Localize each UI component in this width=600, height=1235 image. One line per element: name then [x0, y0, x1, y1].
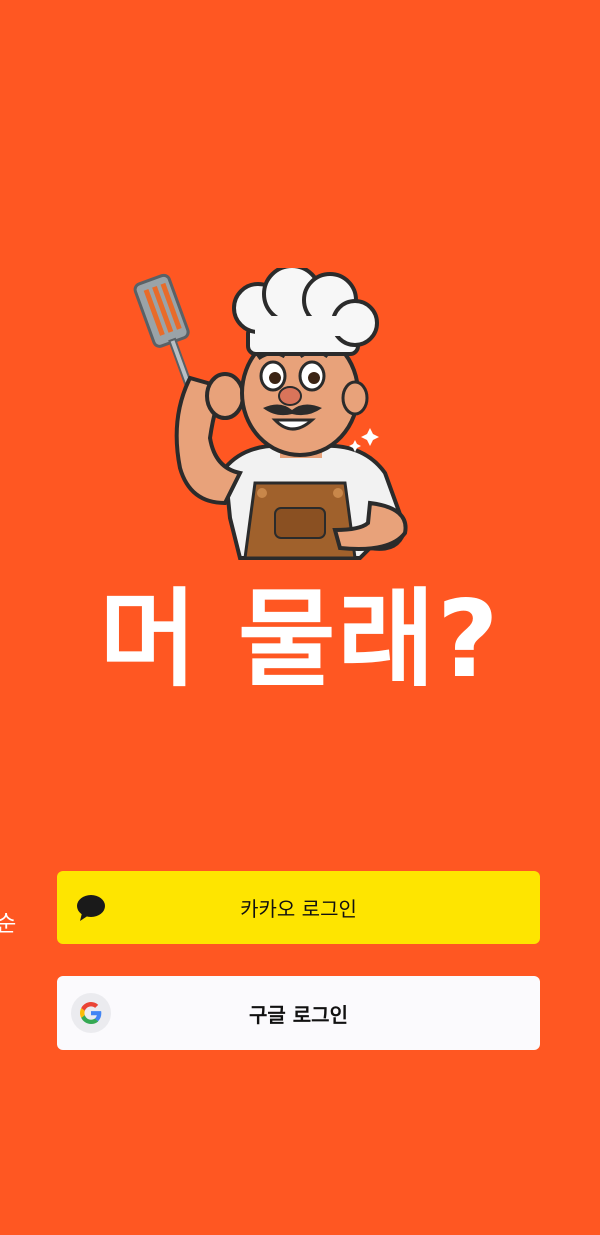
speech-bubble-icon — [71, 888, 111, 928]
app-title: 머 물래? — [99, 578, 501, 701]
kakao-login-button[interactable]: 카카오 로그인 — [57, 871, 540, 944]
edge-glyph: 순 — [0, 912, 17, 937]
google-login-button[interactable]: 구글 로그인 — [57, 976, 540, 1050]
google-login-label: 구글 로그인 — [249, 1002, 348, 1027]
kakao-login-label: 카카오 로그인 — [240, 897, 357, 921]
google-g-icon — [71, 993, 111, 1033]
chef-mascot-illustration — [130, 268, 420, 578]
